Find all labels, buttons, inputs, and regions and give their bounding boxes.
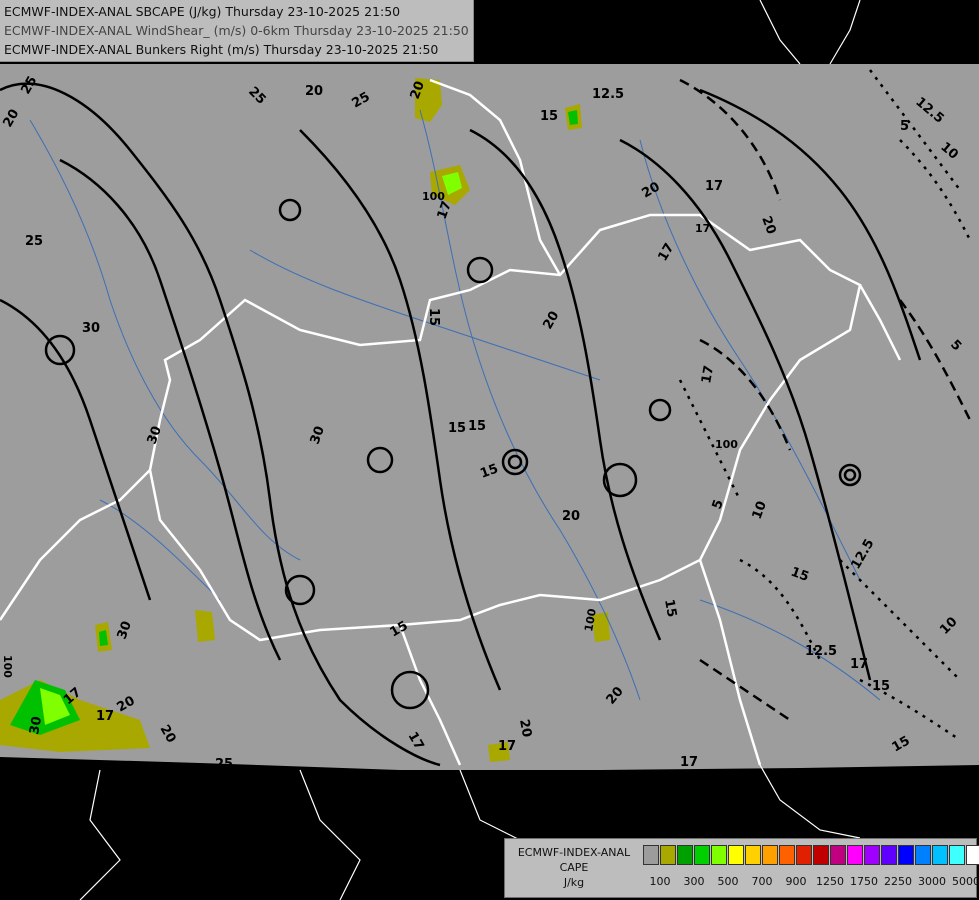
- legend-tick-label: 5000: [952, 875, 979, 888]
- legend-tick-label: 700: [751, 875, 773, 888]
- contour-label: 25: [25, 234, 43, 249]
- legend-tick-label: 2250: [884, 875, 912, 888]
- contour-label: 12.5: [592, 87, 624, 102]
- contour-label: 20: [562, 509, 580, 524]
- legend-tick-label: 100: [649, 875, 671, 888]
- legend-title: ECMWF-INDEX-ANAL CAPE J/kg: [509, 845, 639, 890]
- contour-label: 30: [82, 321, 100, 336]
- legend-swatch: [847, 845, 863, 865]
- contour-label: 15: [426, 308, 441, 326]
- legend-swatch: [915, 845, 931, 865]
- legend-swatch: [728, 845, 744, 865]
- legend-swatch: [711, 845, 727, 865]
- legend-swatch: [677, 845, 693, 865]
- map-header: ECMWF-INDEX-ANAL SBCAPE (J/kg) Thursday …: [0, 0, 474, 62]
- header-bunkers: ECMWF-INDEX-ANAL Bunkers Right (m/s) Thu…: [4, 42, 439, 57]
- legend-swatch: [881, 845, 897, 865]
- contour-label: 100: [715, 438, 738, 451]
- contour-label: 25: [215, 757, 233, 772]
- contour-label: 5: [900, 119, 909, 134]
- legend-title-model: ECMWF-INDEX-ANAL: [517, 846, 631, 859]
- legend-ticks: 100 300 500 700 900 1250 1750 2250 3000 5000: [643, 875, 979, 891]
- legend-tick-label: 1250: [816, 875, 844, 888]
- legend-swatch: [830, 845, 846, 865]
- legend-title-param: CAPE: [559, 861, 589, 874]
- legend-tick-label: 500: [717, 875, 739, 888]
- legend-tick-label: 1750: [850, 875, 878, 888]
- contour-label: 20: [516, 718, 534, 738]
- legend-swatch: [864, 845, 880, 865]
- contour-label: 17: [96, 709, 114, 724]
- contour-label: 15: [661, 598, 679, 618]
- weather-map: 25 20 25 20 25 12.5 15 17 20 20 17 15 10…: [0, 0, 979, 900]
- contour-label: 17: [705, 179, 723, 194]
- legend-swatch: [966, 845, 979, 865]
- contour-label: 15: [448, 421, 466, 436]
- legend-swatch: [813, 845, 829, 865]
- legend-swatch: [745, 845, 761, 865]
- legend-swatch: [949, 845, 965, 865]
- legend-swatches: [643, 845, 979, 865]
- legend-tick-label: 300: [683, 875, 705, 888]
- legend-swatch: [898, 845, 914, 865]
- legend-swatch: [796, 845, 812, 865]
- contour-label: 20: [305, 84, 323, 99]
- legend-swatch: [643, 845, 659, 865]
- contour-label: 12.5: [805, 644, 837, 659]
- contour-label: 17: [695, 222, 710, 235]
- legend-swatch: [694, 845, 710, 865]
- cape-legend: ECMWF-INDEX-ANAL CAPE J/kg 100 300 500 700 9…: [504, 838, 979, 898]
- contour-label: 17: [850, 657, 868, 672]
- contour-label: 15: [872, 679, 890, 694]
- contour-label: 17: [680, 755, 698, 770]
- contour-label: 100: [1, 655, 14, 678]
- contour-label: 17: [699, 364, 717, 384]
- legend-swatch: [762, 845, 778, 865]
- contour-label: 15: [468, 419, 486, 434]
- legend-swatch: [660, 845, 676, 865]
- header-sbcape: ECMWF-INDEX-ANAL SBCAPE (J/kg) Thursday …: [4, 4, 401, 19]
- contour-label: 30: [27, 715, 45, 735]
- legend-title-unit: J/kg: [563, 876, 585, 889]
- contour-label: 17: [498, 739, 516, 754]
- legend-tick-label: 900: [785, 875, 807, 888]
- header-windshear: ECMWF-INDEX-ANAL WindShear_ (m/s) 0-6km …: [4, 23, 469, 38]
- legend-tick-label: 3000: [918, 875, 946, 888]
- legend-swatch: [932, 845, 948, 865]
- legend-swatch: [779, 845, 795, 865]
- contour-label: 15: [540, 109, 558, 124]
